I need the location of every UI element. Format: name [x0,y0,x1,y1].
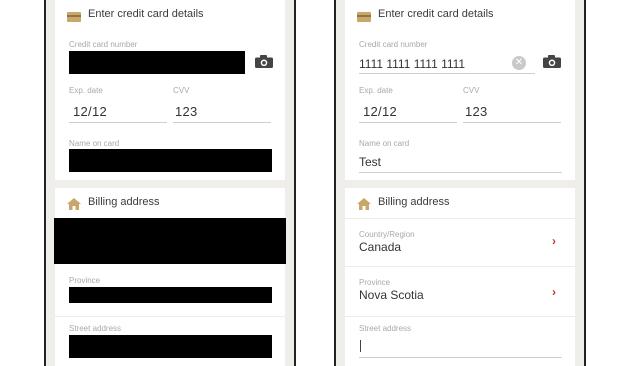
home-icon [67,197,81,215]
billing-title: Billing address [378,196,450,208]
province-value: Nova Scotia [359,288,424,302]
text-cursor [360,340,361,352]
card-number-underline [359,73,535,74]
exp-date-value[interactable]: 12/12 [73,104,107,119]
exp-date-underline [359,122,457,123]
exp-date-underline [69,122,167,123]
card-number-label: Credit card number [69,40,138,49]
cvv-label: CVV [173,86,190,95]
cvv-value[interactable]: 123 [175,104,198,119]
phone-screen-right: Enter credit card details Credit card nu… [334,0,586,366]
row-divider [345,266,575,267]
province-label: Province [359,278,391,287]
chevron-right-icon: › [552,234,556,248]
card-number-field-redacted[interactable] [69,51,245,74]
exp-date-label: Exp. date [69,86,103,95]
credit-card-header: Enter credit card details [55,0,285,30]
name-on-card-value[interactable]: Test [359,155,381,169]
credit-card-icon [67,9,81,27]
country-row-redacted[interactable] [54,218,286,264]
billing-header: Billing address [55,188,285,218]
exp-date-value[interactable]: 12/12 [363,104,397,119]
row-divider [345,316,575,317]
country-value: Canada [359,240,402,254]
street-address-underline [359,357,562,358]
billing-title: Billing address [88,196,160,208]
credit-card-section: Enter credit card details Credit card nu… [55,0,285,180]
street-address-label: Street address [69,324,122,333]
credit-card-section: Enter credit card details Credit card nu… [345,0,575,180]
card-number-label: Credit card number [359,40,428,49]
cvv-underline [173,122,271,123]
row-divider [55,316,285,317]
cvv-label: CVV [463,86,480,95]
billing-header: Billing address [345,188,575,218]
province-label: Province [69,276,101,285]
name-on-card-label: Name on card [359,139,410,148]
country-label: Country/Region [359,230,415,239]
credit-card-title: Enter credit card details [378,8,494,20]
camera-icon[interactable] [543,55,561,73]
street-address-field-redacted[interactable] [69,335,272,358]
cvv-value[interactable]: 123 [465,104,488,119]
billing-section: Billing address Country/Region Canada › … [345,188,575,366]
cvv-underline [463,122,561,123]
name-on-card-field-redacted[interactable] [69,149,272,172]
credit-card-header: Enter credit card details [345,0,575,30]
exp-date-label: Exp. date [359,86,393,95]
card-number-value[interactable]: 1111 1111 1111 1111 [359,57,465,71]
billing-section: Billing address Province Street address [54,188,286,366]
street-address-label: Street address [359,324,412,333]
home-icon [357,197,371,215]
phone-screen-left: Enter credit card details Credit card nu… [44,0,296,366]
name-on-card-label: Name on card [69,139,120,148]
name-on-card-underline [359,172,562,173]
chevron-right-icon: › [552,285,556,299]
clear-icon[interactable]: ✕ [512,56,526,70]
camera-icon[interactable] [255,55,273,73]
credit-card-icon [357,9,371,27]
province-field-redacted[interactable] [69,287,272,303]
credit-card-title: Enter credit card details [88,8,204,20]
row-divider [345,218,575,219]
